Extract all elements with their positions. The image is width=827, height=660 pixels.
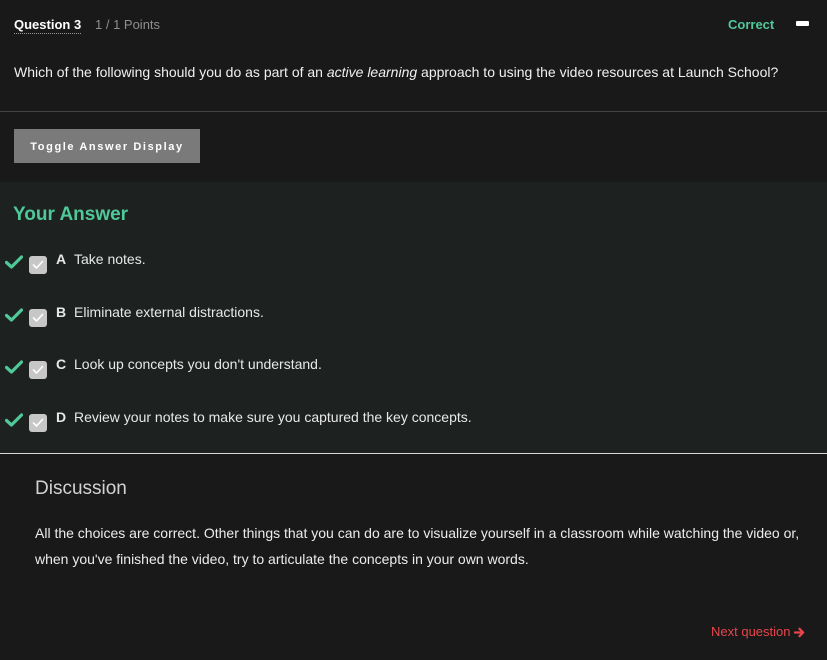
prompt-emphasis: active learning [326,64,418,80]
checkbox-check-icon [32,260,44,269]
choice-a-letter: A [56,251,67,267]
prompt-text-before: Which of the following should you do as … [14,64,327,80]
next-question-link[interactable]: Next question [711,624,805,640]
status-badge: Correct [728,17,775,32]
your-answer-section: Your Answer A Take notes. B Eliminate ex… [0,182,827,453]
discussion-text: All the choices are correct. Other thing… [35,525,800,567]
answer-choice-a: A Take notes. [0,250,827,280]
answer-choice-b: B Eliminate external distractions. [0,303,827,333]
next-question-label: Next question [711,624,791,639]
choice-d-text: Review your notes to make sure you captu… [74,409,472,425]
quiz-question-page: Question 3 1 / 1 Points Correct Which of… [0,0,827,660]
question-title: Question 3 [14,17,82,34]
prompt-text-after: approach to using the video resources at… [417,64,779,80]
choice-a-text: Take notes. [74,251,146,267]
your-answer-heading: Your Answer [13,204,129,225]
discussion-heading: Discussion [35,478,127,499]
choice-c-letter: C [56,356,67,372]
correct-checkmark-icon [5,360,23,374]
checkbox-check-icon [32,365,44,374]
choice-c-text: Look up concepts you don't understand. [74,356,322,372]
answer-choice-d: D Review your notes to make sure you cap… [0,408,827,438]
question-header: Question 3 1 / 1 Points Correct [0,0,827,48]
question-prompt: Which of the following should you do as … [14,63,814,81]
collapse-minus-icon[interactable] [796,21,809,26]
choice-b-checkbox[interactable] [29,309,47,327]
toggle-answer-display-button[interactable]: Toggle Answer Display [14,129,200,163]
choice-c-checkbox[interactable] [29,361,47,379]
choice-b-letter: B [56,304,67,320]
question-points: 1 / 1 Points [95,17,161,32]
discussion-divider [0,453,827,454]
checkbox-check-icon [32,313,44,322]
correct-checkmark-icon [5,413,23,427]
choice-d-checkbox[interactable] [29,414,47,432]
correct-checkmark-icon [5,308,23,322]
arrow-right-icon [793,627,804,638]
answer-choice-c: C Look up concepts you don't understand. [0,355,827,385]
choice-b-text: Eliminate external distractions. [74,304,264,320]
divider [0,111,827,112]
checkbox-check-icon [32,418,44,427]
choice-a-checkbox[interactable] [29,256,47,274]
correct-checkmark-icon [5,255,23,269]
choice-d-letter: D [56,409,67,425]
